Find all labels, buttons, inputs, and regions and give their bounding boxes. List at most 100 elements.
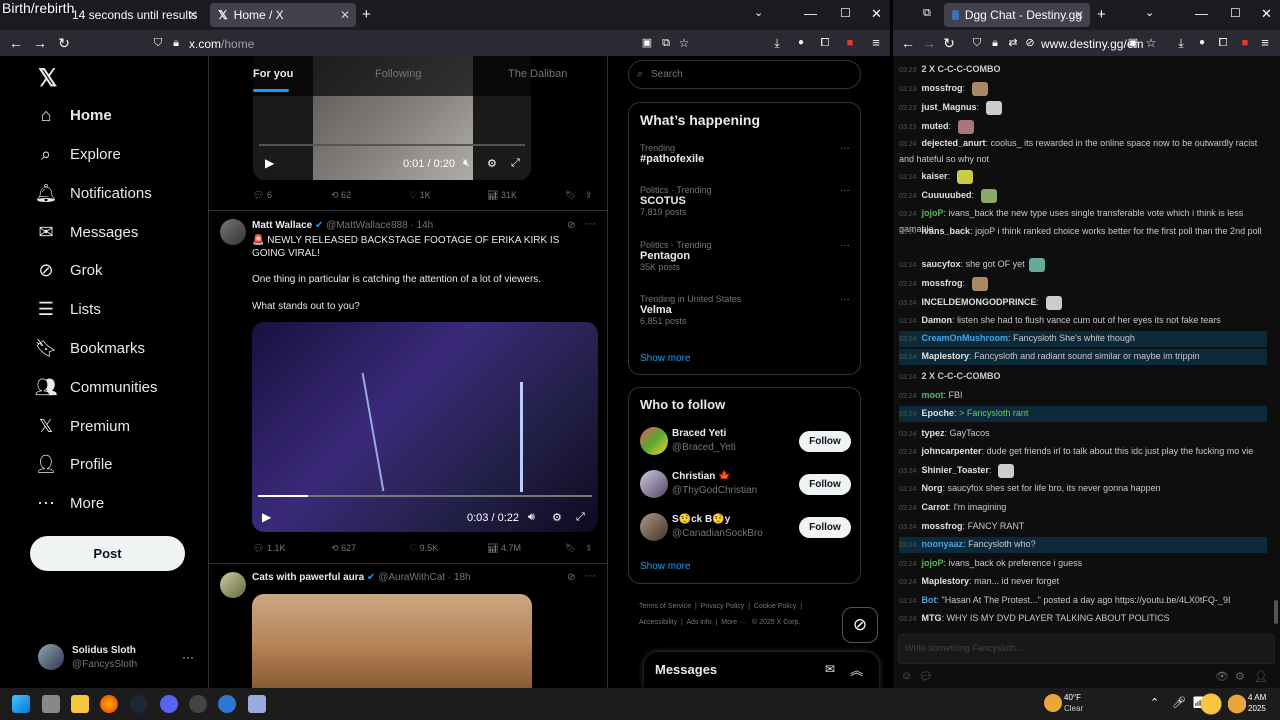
chat-username[interactable]: ivans_back xyxy=(922,226,971,236)
footer-link[interactable]: Accessibility xyxy=(639,619,677,626)
viewers-icon[interactable]: 👁︎ xyxy=(1215,670,1229,683)
volume-icon[interactable]: 🔊︎ xyxy=(528,511,535,524)
close-tab-icon[interactable]: ✕ xyxy=(1074,8,1084,22)
mute-icon[interactable]: 🔇︎ xyxy=(463,157,470,170)
tab-overview-icon[interactable]: ⧉ xyxy=(923,7,931,20)
show-more-link[interactable]: Show more xyxy=(640,353,691,364)
search-input[interactable]: ⌕ Search xyxy=(628,60,861,89)
chat-username[interactable]: Maplestory xyxy=(922,351,970,361)
like-action[interactable]: ♡ 9.5K xyxy=(409,543,438,554)
follow-button[interactable]: Follow xyxy=(799,474,851,495)
chat-scrollbar[interactable] xyxy=(1274,600,1278,624)
chat-username[interactable]: jojoP xyxy=(922,208,944,218)
sidebar-item-grok[interactable]: ⊘ Grok xyxy=(36,255,102,285)
extension-badge-icon[interactable]: ■ xyxy=(840,34,860,52)
follow-name[interactable]: Christian 🍁 xyxy=(672,471,731,482)
chat-username[interactable]: mossfrog xyxy=(922,521,963,531)
avatar[interactable] xyxy=(220,572,246,598)
chat-username[interactable]: Maplestory xyxy=(922,576,970,586)
avatar[interactable] xyxy=(220,219,246,245)
post-author[interactable]: Matt Wallace xyxy=(252,220,312,231)
footer-link[interactable]: Cookie Policy xyxy=(754,603,796,610)
share-action[interactable]: ⇪ xyxy=(585,543,593,554)
trend-item[interactable]: Trending in United States Velma 6,851 po… xyxy=(640,294,850,326)
mic-icon[interactable]: 🎤︎ xyxy=(1172,696,1186,709)
video-progress[interactable] xyxy=(259,144,525,146)
bookmark-star-icon[interactable]: ☆ xyxy=(1141,34,1161,52)
settings-icon[interactable]: ⚙ xyxy=(552,511,562,524)
users-icon[interactable]: 👤︎ xyxy=(1254,670,1268,683)
avatar[interactable] xyxy=(38,644,64,670)
extension-badge-icon[interactable]: ■ xyxy=(1235,34,1255,52)
bookmark-action[interactable]: 🔖︎ xyxy=(565,190,576,201)
post-menu-icon[interactable]: ··· xyxy=(585,218,596,230)
reply-action[interactable]: 💬︎ 1.1K xyxy=(253,543,285,554)
chat-username[interactable]: muted xyxy=(922,121,949,131)
sidebar-item-notifications[interactable]: 🔔︎ Notifications xyxy=(35,178,152,208)
video-progress[interactable] xyxy=(258,495,592,497)
tab-for-you[interactable]: For you xyxy=(253,68,293,80)
chat-username[interactable]: kaiser xyxy=(922,171,948,181)
settings-icon[interactable]: ⚙ xyxy=(487,157,497,170)
chat-username[interactable]: noonyaaz xyxy=(922,539,964,549)
download-icon[interactable]: ⤓ xyxy=(767,34,787,52)
chevron-up-icon[interactable]: ︽ xyxy=(850,660,863,679)
footer-link[interactable]: Ads info xyxy=(686,619,711,626)
new-tab-icon[interactable]: + xyxy=(362,6,371,23)
shield-icon[interactable]: ⛉ xyxy=(148,34,168,52)
account-icon[interactable]: ● xyxy=(1192,34,1212,52)
avatar[interactable] xyxy=(640,470,668,498)
reload-icon[interactable]: ↻ xyxy=(54,34,74,52)
trend-item[interactable]: Politics · Trending SCOTUS 7,819 posts ·… xyxy=(640,185,850,217)
reload-icon[interactable]: ↻ xyxy=(939,34,959,52)
follow-button[interactable]: Follow xyxy=(799,431,851,452)
compose-message-icon[interactable]: ✉ xyxy=(825,662,835,676)
like-action[interactable]: ♡ 1K xyxy=(409,190,431,201)
trend-menu-icon[interactable]: ··· xyxy=(840,294,850,305)
post-author[interactable]: Cats with pawerful aura xyxy=(252,572,364,583)
menu-icon[interactable]: ≡ xyxy=(1255,34,1275,52)
post-handle[interactable]: @AuraWithCat xyxy=(378,572,445,583)
lock-icon[interactable]: 🔒︎ xyxy=(166,34,186,52)
chat-username[interactable]: typez xyxy=(922,428,945,438)
post-time[interactable]: · 14h xyxy=(410,220,433,231)
reader-icon[interactable]: ▣ xyxy=(637,34,657,52)
back-icon[interactable]: ← xyxy=(898,34,918,52)
chat-username[interactable]: Cuuuuubed xyxy=(922,190,972,200)
chat-username[interactable]: Damon xyxy=(922,315,953,325)
sidebar-item-profile[interactable]: 👤︎ Profile xyxy=(35,449,113,479)
trend-menu-icon[interactable]: ··· xyxy=(840,185,850,196)
views-action[interactable]: 📊︎ 31K xyxy=(487,190,517,201)
close-tab-icon[interactable]: ✕ xyxy=(340,8,350,22)
tab-list-icon[interactable]: ⌄ xyxy=(754,6,763,19)
url-bar[interactable]: x.com/home xyxy=(189,37,254,51)
reader-icon[interactable]: ▣ xyxy=(1123,34,1143,52)
chat-input[interactable]: Write something Fancysloth... xyxy=(898,634,1275,664)
footer-link[interactable]: Privacy Policy xyxy=(701,603,745,610)
bookmark-star-icon[interactable]: ☆ xyxy=(674,34,694,52)
account-icon[interactable]: ● xyxy=(791,34,811,52)
forward-icon[interactable]: → xyxy=(30,34,50,52)
chat-username[interactable]: jojoP xyxy=(922,558,944,568)
account-menu-icon[interactable]: ··· xyxy=(182,650,194,664)
sidebar-item-communities[interactable]: 👥︎ Communities xyxy=(35,372,158,402)
share-action[interactable]: ⇪ xyxy=(585,190,593,201)
chat-username[interactable]: INCELDEMONGODPRINCE xyxy=(922,297,1037,307)
close-window-icon[interactable]: ✕ xyxy=(871,6,882,22)
close-tab-icon[interactable]: ✕ xyxy=(188,8,198,22)
sidebar-item-premium[interactable]: 𝕏 Premium xyxy=(36,411,130,441)
post-menu-icon[interactable]: ··· xyxy=(585,570,596,582)
chrome-icon[interactable] xyxy=(189,695,207,713)
settings-icon[interactable]: ⚙ xyxy=(1235,670,1245,683)
pip-icon[interactable]: ⧉ xyxy=(656,34,676,52)
trend-item[interactable]: Trending #pathofexile ··· xyxy=(640,143,850,165)
post-handle[interactable]: @MattWallace888 xyxy=(326,220,407,231)
lock-icon[interactable]: 🔒︎ xyxy=(985,34,1005,52)
post-image[interactable] xyxy=(252,594,532,688)
repost-action[interactable]: ⟲ 62 xyxy=(331,190,351,201)
views-action[interactable]: 📊︎ 4.7M xyxy=(487,543,521,554)
maximize-icon[interactable]: ☐ xyxy=(1230,6,1241,20)
extensions-icon[interactable]: ⧠ xyxy=(815,34,835,52)
tab-results[interactable]: 14 seconds until results ✕ xyxy=(58,3,204,27)
chat-username[interactable]: johncarpenter xyxy=(922,446,982,456)
